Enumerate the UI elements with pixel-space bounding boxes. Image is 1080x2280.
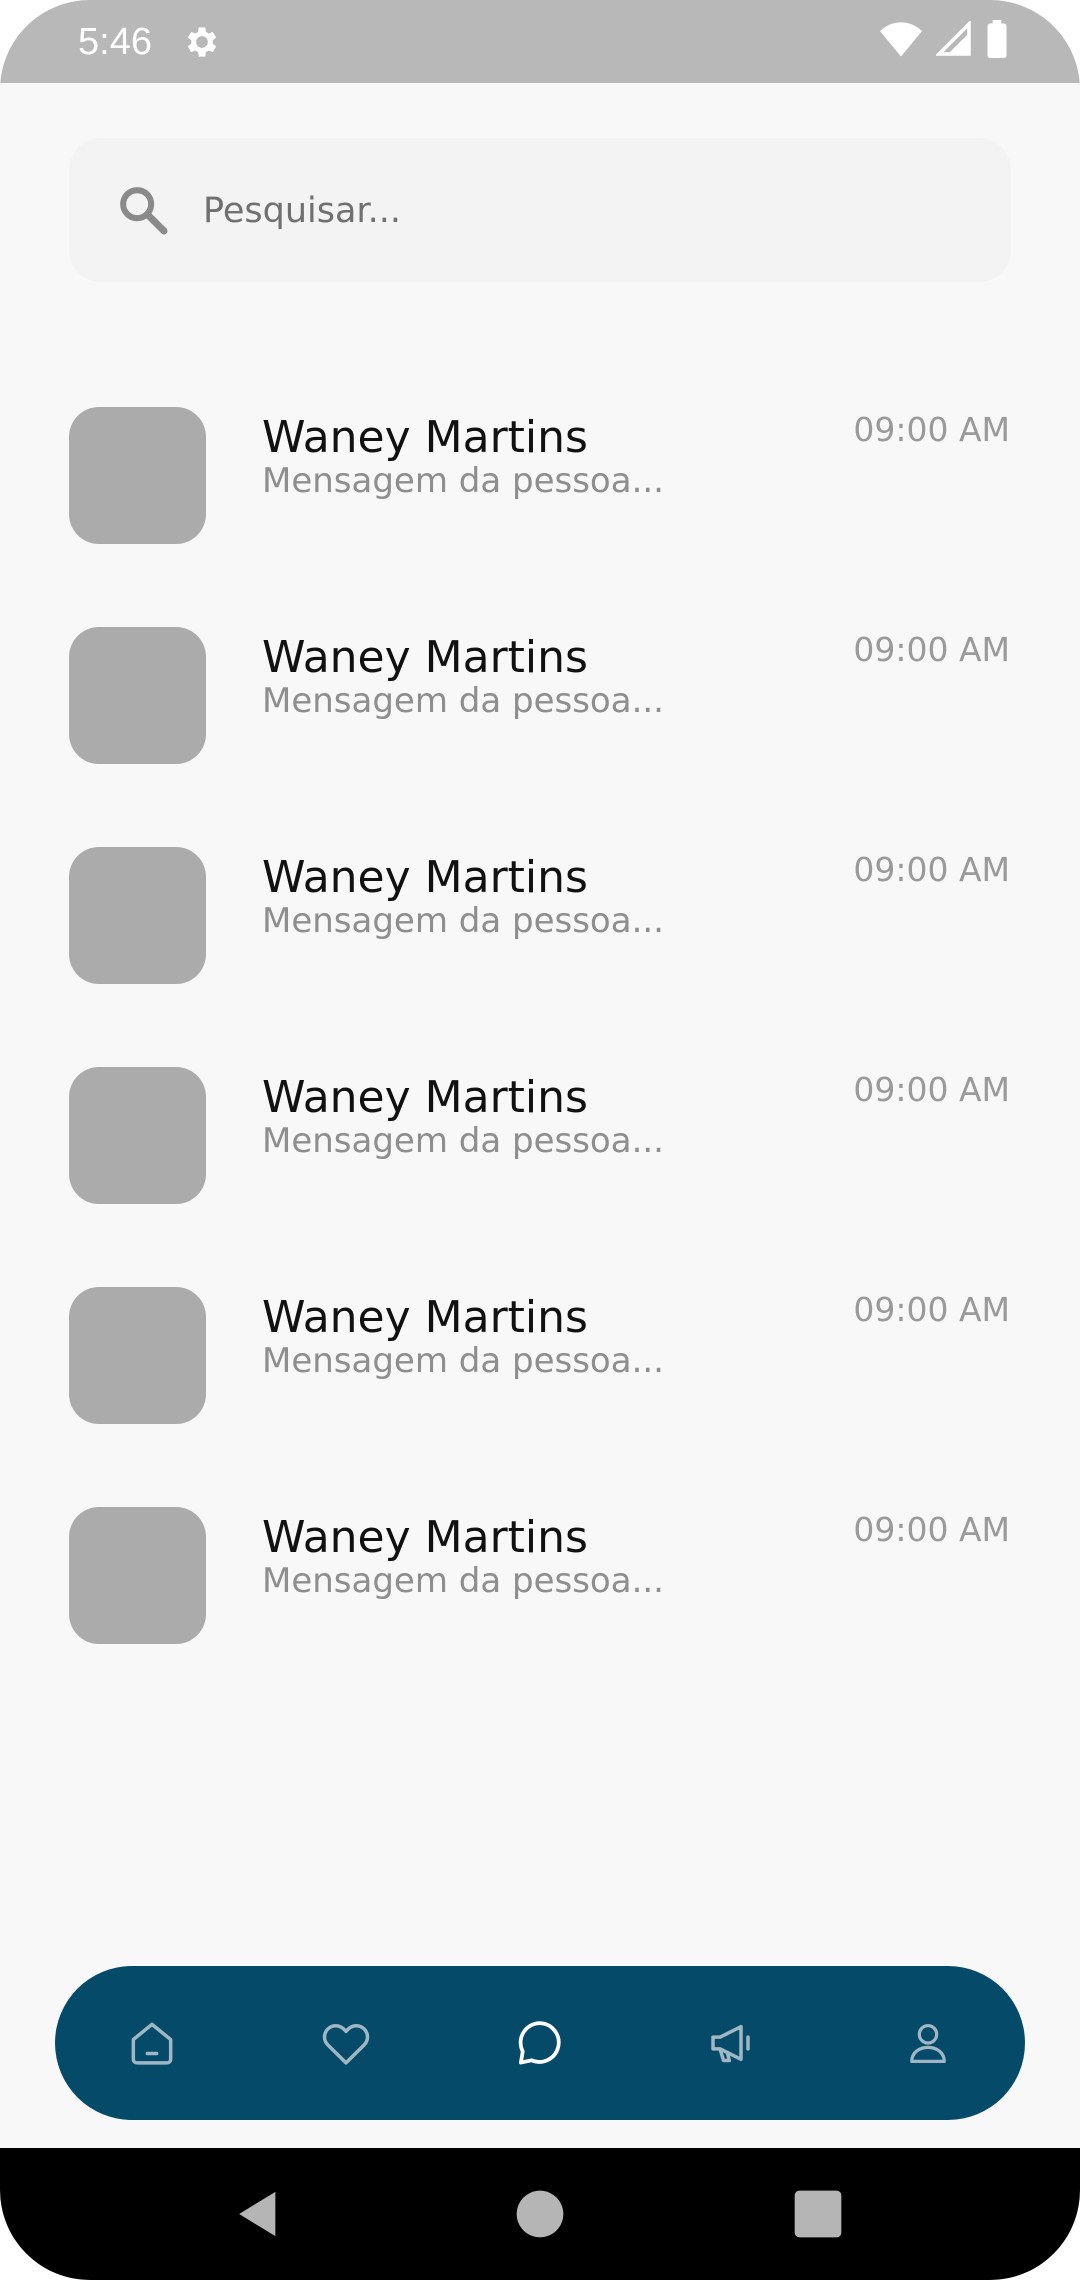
message-time: 09:00 AM [853,1070,1010,1109]
avatar [69,1287,206,1424]
avatar [69,407,206,544]
nav-profile[interactable] [888,2003,968,2083]
bottom-navigation [55,1966,1025,2120]
conversation-item[interactable]: Waney Martins Mensagem da pessoa... 09:0… [0,380,1080,600]
back-icon[interactable] [231,2186,287,2242]
search-icon [120,187,168,235]
message-preview: Mensagem da pessoa... [262,1341,664,1381]
message-preview: Mensagem da pessoa... [262,1121,664,1161]
contact-name: Waney Martins [262,1292,588,1343]
contact-name: Waney Martins [262,632,588,683]
conversation-item[interactable]: Waney Martins Mensagem da pessoa... 09:0… [0,1480,1080,1700]
wifi-icon [880,22,922,57]
status-bar: 5:46 [0,0,1080,83]
contact-name: Waney Martins [262,852,588,903]
avatar [69,627,206,764]
cell-signal-icon [936,21,971,56]
megaphone-icon [711,2024,750,2063]
message-preview: Mensagem da pessoa... [262,461,664,501]
home-button-icon[interactable] [512,2186,568,2242]
settings-gear-icon [187,27,217,57]
nav-home[interactable] [112,2003,192,2083]
contact-name: Waney Martins [262,412,588,463]
recents-icon[interactable] [790,2186,846,2242]
avatar [69,1507,206,1644]
heart-icon [322,2023,370,2065]
conversation-item[interactable]: Waney Martins Mensagem da pessoa... 09:0… [0,600,1080,820]
system-navigation-bar [0,2148,1080,2280]
message-time: 09:00 AM [853,410,1010,449]
message-time: 09:00 AM [853,1290,1010,1329]
profile-icon [910,2024,946,2064]
message-time: 09:00 AM [853,630,1010,669]
nav-messages[interactable] [500,2003,580,2083]
conversation-item[interactable]: Waney Martins Mensagem da pessoa... 09:0… [0,820,1080,1040]
search-bar[interactable] [69,138,1011,282]
conversation-item[interactable]: Waney Martins Mensagem da pessoa... 09:0… [0,1260,1080,1480]
contact-name: Waney Martins [262,1512,588,1563]
avatar [69,847,206,984]
message-preview: Mensagem da pessoa... [262,681,664,721]
battery-icon [987,20,1007,58]
message-time: 09:00 AM [853,1510,1010,1549]
screen: 5:46 Waney Martins [0,0,1080,2280]
message-preview: Mensagem da pessoa... [262,1561,664,1601]
nav-announcements[interactable] [694,2003,774,2083]
status-icons [880,20,1008,58]
message-time: 09:00 AM [853,850,1010,889]
search-input[interactable] [201,180,965,242]
message-preview: Mensagem da pessoa... [262,901,664,941]
contact-name: Waney Martins [262,1072,588,1123]
home-icon [131,2022,173,2065]
nav-favorites[interactable] [306,2003,386,2083]
avatar [69,1067,206,1204]
chat-icon [518,2021,561,2065]
status-time: 5:46 [78,21,152,63]
conversation-item[interactable]: Waney Martins Mensagem da pessoa... 09:0… [0,1040,1080,1260]
